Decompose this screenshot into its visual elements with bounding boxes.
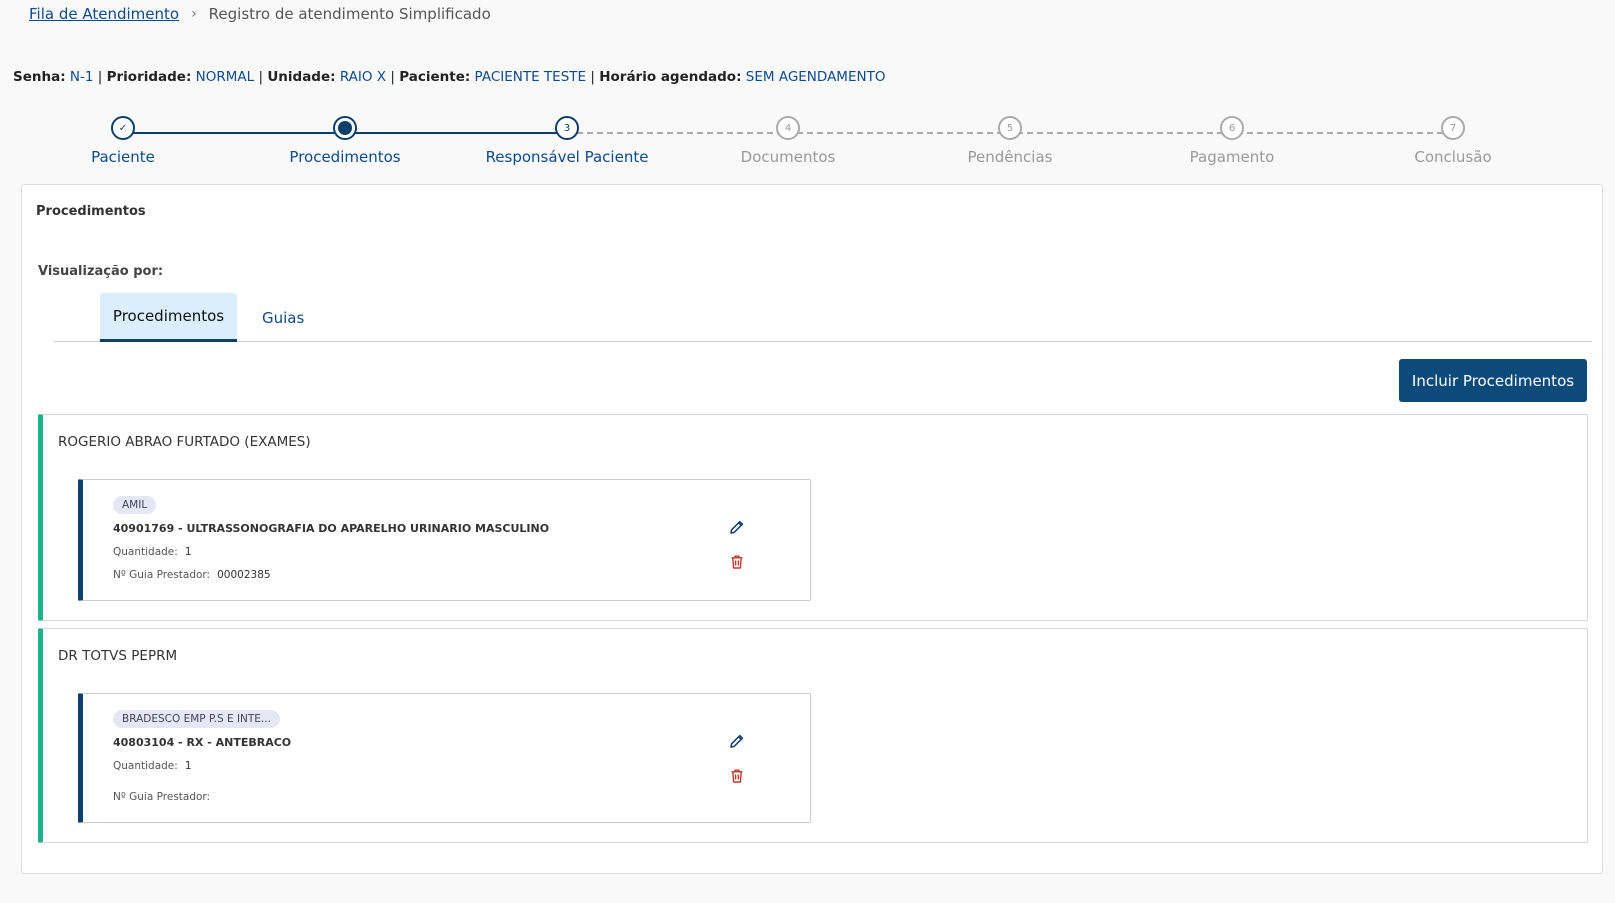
step-label: Paciente <box>91 148 155 166</box>
stepper: ✓ Paciente Procedimentos 3 Responsável P… <box>0 116 1615 176</box>
edit-icon[interactable] <box>726 730 748 752</box>
quantity-label: Quantidade: <box>113 760 178 772</box>
step-label: Pagamento <box>1189 148 1275 166</box>
step-number: 3 <box>555 116 579 140</box>
step-responsavel[interactable]: 3 Responsável Paciente <box>477 116 657 166</box>
prioridade-value: NORMAL <box>195 69 255 85</box>
insurer-badge: AMIL <box>113 496 157 514</box>
senha-label: Senha: <box>13 69 66 85</box>
breadcrumb-current: Registro de atendimento Simplificado <box>208 5 491 23</box>
professional-name: DR TOTVS PEPRM <box>58 648 178 664</box>
chevron-right-icon: › <box>191 6 197 22</box>
separator: | <box>390 69 395 85</box>
guide-row: Nº Guia Prestador: 00002385 <box>113 569 271 581</box>
step-paciente[interactable]: ✓ Paciente <box>33 116 213 166</box>
trash-icon[interactable] <box>726 551 748 573</box>
step-procedimentos[interactable]: Procedimentos <box>255 116 435 166</box>
step-number: 5 <box>998 116 1022 140</box>
guide-row: Nº Guia Prestador: <box>113 791 217 803</box>
professional-group: ROGERIO ABRAO FURTADO (EXAMES) AMIL 4090… <box>38 414 1588 621</box>
step-pagamento[interactable]: 6 Pagamento <box>1142 116 1322 166</box>
procedure-name: 40901769 - ULTRASSONOGRAFIA DO APARELHO … <box>113 522 550 535</box>
quantity-row: Quantidade: 1 <box>113 760 192 772</box>
step-number: 6 <box>1220 116 1244 140</box>
unidade-value: RAIO X <box>339 69 387 85</box>
guide-value: 00002385 <box>217 569 271 581</box>
step-label: Documentos <box>740 148 836 166</box>
quantity-label: Quantidade: <box>113 546 178 558</box>
step-number: 4 <box>776 116 800 140</box>
panel-title: Procedimentos <box>36 204 146 219</box>
procedure-name: 40803104 - RX - ANTEBRACO <box>113 736 292 749</box>
step-label: Conclusão <box>1414 148 1492 166</box>
separator: | <box>97 69 103 85</box>
step-label: Procedimentos <box>289 148 401 166</box>
quantity-row: Quantidade: 1 <box>113 546 192 558</box>
breadcrumb-link-fila[interactable]: Fila de Atendimento <box>29 5 179 23</box>
separator: | <box>590 69 595 85</box>
breadcrumb: Fila de Atendimento › Registro de atendi… <box>29 5 491 23</box>
quantity-value: 1 <box>184 760 192 772</box>
step-conclusao[interactable]: 7 Conclusão <box>1363 116 1543 166</box>
tab-guias[interactable]: Guias <box>247 293 319 342</box>
prioridade-label: Prioridade: <box>106 69 192 85</box>
insurer-badge: BRADESCO EMP P.S E INTE... <box>113 710 280 728</box>
guide-label: Nº Guia Prestador: <box>113 569 211 581</box>
edit-icon[interactable] <box>726 516 748 538</box>
step-number: 7 <box>1441 116 1465 140</box>
attendance-info: Senha: N-1 | Prioridade: NORMAL | Unidad… <box>13 69 885 85</box>
paciente-value: PACIENTE TESTE <box>474 69 587 85</box>
senha-value: N-1 <box>69 69 94 85</box>
view-by-label: Visualização por: <box>38 264 164 279</box>
procedure-card: BRADESCO EMP P.S E INTE... 40803104 - RX… <box>78 693 811 823</box>
professional-group: DR TOTVS PEPRM BRADESCO EMP P.S E INTE..… <box>38 628 1588 843</box>
horario-label: Horário agendado: <box>599 69 742 85</box>
professional-name: ROGERIO ABRAO FURTADO (EXAMES) <box>58 434 311 450</box>
horario-value: SEM AGENDAMENTO <box>745 69 886 85</box>
procedures-panel: Procedimentos Visualização por: Procedim… <box>21 184 1603 874</box>
unidade-label: Unidade: <box>267 69 336 85</box>
trash-icon[interactable] <box>726 765 748 787</box>
step-pendencias[interactable]: 5 Pendências <box>920 116 1100 166</box>
quantity-value: 1 <box>184 546 192 558</box>
step-documentos[interactable]: 4 Documentos <box>698 116 878 166</box>
separator: | <box>258 69 264 85</box>
step-label: Pendências <box>967 148 1053 166</box>
paciente-label: Paciente: <box>399 69 471 85</box>
tab-procedimentos[interactable]: Procedimentos <box>100 293 237 342</box>
step-label: Responsável Paciente <box>485 148 649 166</box>
step-active-dot <box>333 116 357 140</box>
guide-label: Nº Guia Prestador: <box>113 791 211 803</box>
add-procedures-button[interactable]: Incluir Procedimentos <box>1399 359 1587 402</box>
procedure-card: AMIL 40901769 - ULTRASSONOGRAFIA DO APAR… <box>78 479 811 601</box>
view-tabs: Procedimentos Guias <box>54 293 1592 342</box>
check-icon: ✓ <box>111 116 135 140</box>
